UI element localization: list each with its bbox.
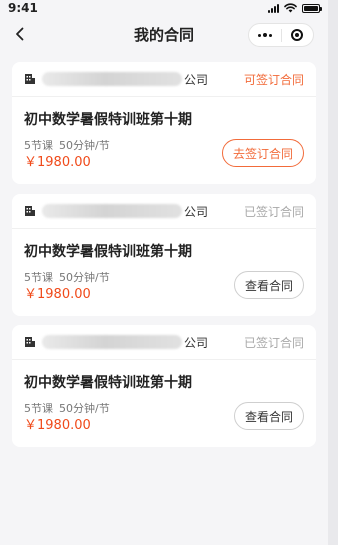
company-suffix: 公司 — [184, 335, 209, 350]
contract-status: 可签订合同 — [243, 72, 304, 87]
card-body: 初中数学暑假特训班第十期 5节课 50分钟/节 ￥1980.00 查看合同 — [12, 360, 316, 444]
lesson-duration: 50分钟/节 — [59, 271, 110, 284]
back-button[interactable] — [10, 24, 30, 44]
navigation-bar: 我的合同 — [0, 16, 328, 52]
status-bar: 9:41 — [0, 0, 328, 16]
course-title: 初中数学暑假特训班第十期 — [24, 244, 192, 260]
card-body: 初中数学暑假特训班第十期 5节课 50分钟/节 ￥1980.00 查看合同 — [12, 229, 316, 313]
sign-contract-button[interactable]: 去签订合同 — [221, 139, 304, 167]
page-title: 我的合同 — [133, 25, 194, 44]
building-icon — [25, 74, 35, 84]
contract-card: 公司 可签订合同 初中数学暑假特训班第十期 5节课 50分钟/节 ￥1980.00… — [12, 62, 316, 184]
card-header: 公司 已签订合同 — [12, 194, 316, 229]
close-capsule-button[interactable] — [282, 24, 314, 46]
more-dots-icon — [257, 33, 272, 37]
card-body: 初中数学暑假特训班第十期 5节课 50分钟/节 ￥1980.00 去签订合同 — [12, 97, 316, 181]
contract-card: 公司 已签订合同 初中数学暑假特训班第十期 5节课 50分钟/节 ￥1980.00… — [12, 325, 316, 447]
view-contract-button[interactable]: 查看合同 — [233, 402, 304, 430]
mini-program-capsule — [248, 23, 314, 47]
building-icon — [25, 206, 35, 216]
view-contract-button[interactable]: 查看合同 — [233, 271, 304, 299]
status-time: 9:41 — [8, 1, 38, 15]
target-icon — [291, 29, 304, 41]
lesson-duration: 50分钟/节 — [59, 139, 110, 152]
company-suffix: 公司 — [184, 72, 209, 87]
company-suffix: 公司 — [184, 204, 209, 219]
wifi-icon — [284, 3, 297, 13]
app-screen: 9:41 我的合同 公司 可签订合同 初中数学暑假特训班第十期 5节课 50分钟… — [0, 0, 328, 545]
contract-status: 已签订合同 — [243, 335, 304, 350]
card-header: 公司 已签订合同 — [12, 325, 316, 360]
company-name-redacted — [42, 204, 182, 218]
card-header: 公司 可签订合同 — [12, 62, 316, 97]
lesson-count: 5节课 — [24, 139, 53, 152]
cellular-signal-icon — [268, 3, 279, 13]
lesson-count: 5节课 — [24, 271, 53, 284]
battery-icon — [302, 3, 322, 13]
more-button[interactable] — [249, 24, 281, 46]
company-name-redacted — [42, 335, 182, 349]
company-name-redacted — [42, 72, 182, 86]
lesson-count: 5节课 — [24, 402, 53, 415]
chevron-left-icon — [16, 27, 24, 41]
course-title: 初中数学暑假特训班第十期 — [24, 375, 192, 391]
right-edge-strip — [328, 0, 338, 545]
lesson-duration: 50分钟/节 — [59, 402, 110, 415]
contract-card: 公司 已签订合同 初中数学暑假特训班第十期 5节课 50分钟/节 ￥1980.00… — [12, 194, 316, 316]
contract-status: 已签订合同 — [243, 204, 304, 219]
course-title: 初中数学暑假特训班第十期 — [24, 112, 192, 128]
building-icon — [25, 337, 35, 347]
status-icons — [268, 3, 322, 13]
